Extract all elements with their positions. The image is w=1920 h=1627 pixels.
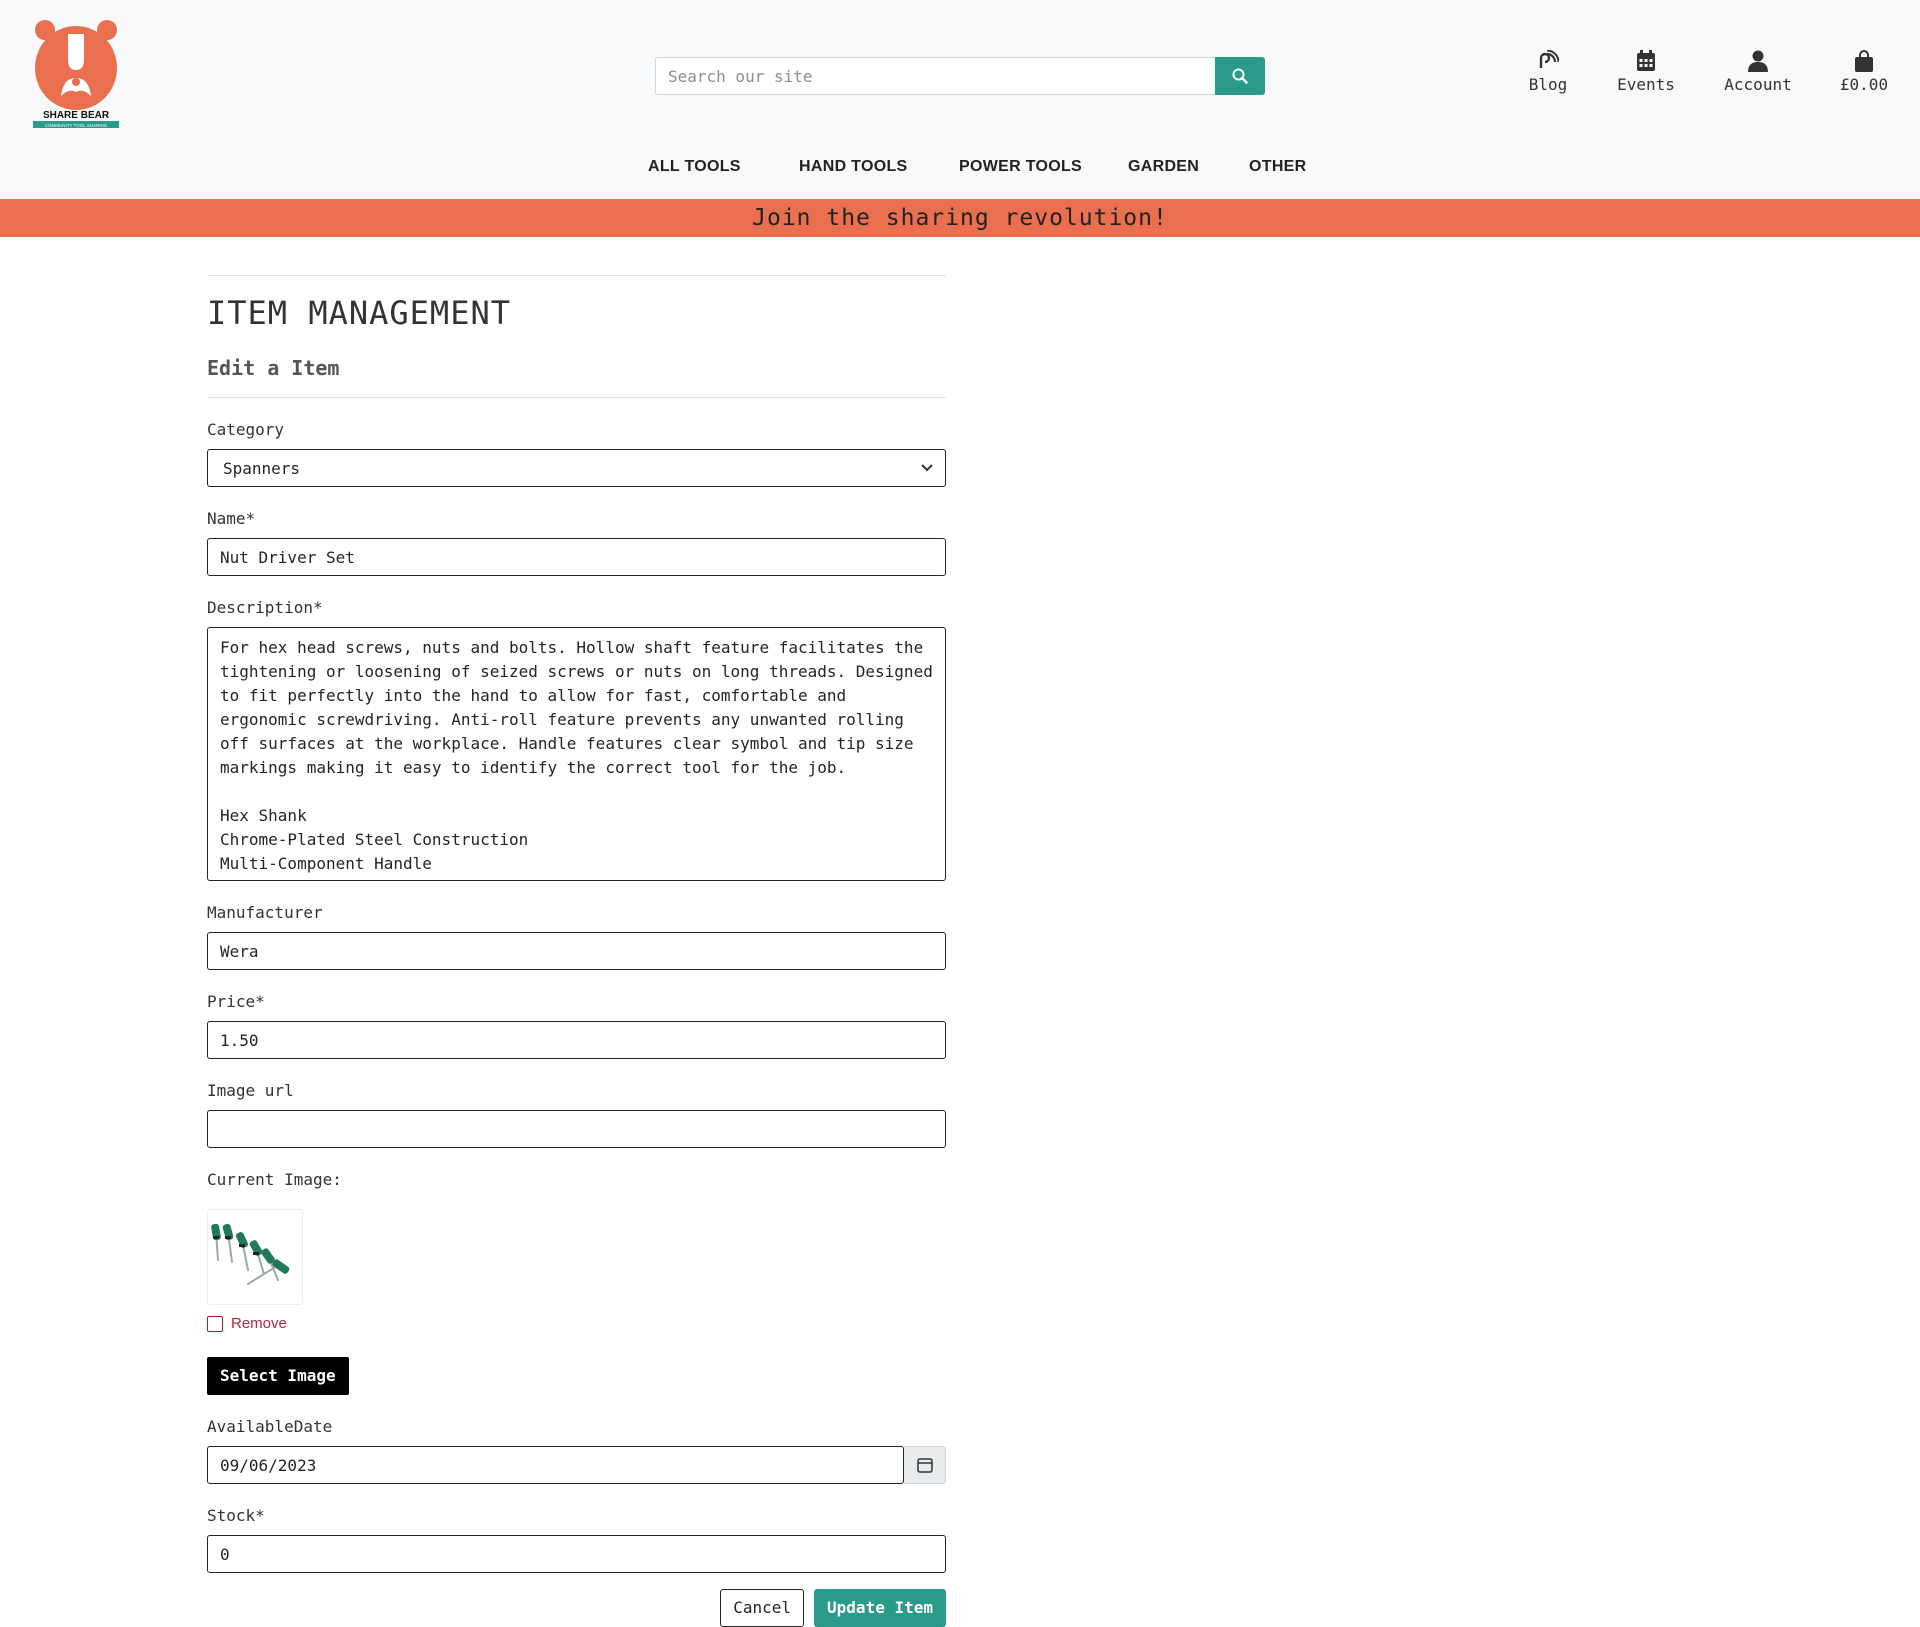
category-value: Spanners <box>223 458 301 478</box>
search-bar <box>655 57 1265 95</box>
blog-icon <box>1539 50 1559 68</box>
remove-image-option: Remove <box>207 1315 946 1332</box>
manufacturer-field[interactable]: Wera <box>207 932 946 970</box>
events-link[interactable]: Events <box>1616 50 1676 94</box>
name-field[interactable]: Nut Driver Set <box>207 538 946 576</box>
nav-garden[interactable]: GARDEN <box>1128 158 1199 176</box>
name-label: Name* <box>207 509 256 528</box>
blog-label: Blog <box>1528 75 1568 94</box>
logo-text: SHARE BEAR <box>43 110 110 121</box>
price-value: 1.50 <box>220 1030 259 1050</box>
date-picker-button[interactable] <box>904 1446 946 1484</box>
nav-other[interactable]: OTHER <box>1249 158 1307 176</box>
share-bear-logo[interactable]: SHARE BEAR COMMUNITY TOOL SHARING <box>33 18 119 128</box>
update-item-button[interactable]: Update Item <box>814 1589 946 1627</box>
chevron-down-icon <box>921 464 933 472</box>
bag-total: £0.00 <box>1839 75 1889 94</box>
form-actions: Cancel Update Item <box>207 1589 946 1627</box>
category-select[interactable]: Spanners <box>207 449 946 487</box>
manufacturer-label: Manufacturer <box>207 903 323 922</box>
page-subtitle: Edit a Item <box>207 356 340 380</box>
manufacturer-value: Wera <box>220 941 259 961</box>
calendar-icon <box>916 1458 933 1473</box>
shopping-bag-icon <box>1855 50 1873 72</box>
account-label: Account <box>1724 75 1792 94</box>
image-url-field[interactable] <box>207 1110 946 1148</box>
promo-banner: Join the sharing revolution! <box>0 199 1920 237</box>
nav-all-tools[interactable]: ALL TOOLS <box>648 158 741 176</box>
stock-field[interactable]: 0 <box>207 1535 946 1573</box>
logo-tagline: COMMUNITY TOOL SHARING <box>45 123 108 128</box>
description-label: Description* <box>207 598 323 617</box>
nav-power-tools[interactable]: POWER TOOLS <box>959 158 1082 176</box>
account-link[interactable]: Account <box>1723 50 1793 94</box>
nav-hand-tools[interactable]: HAND TOOLS <box>799 158 907 176</box>
site-header: SHARE BEAR COMMUNITY TOOL SHARING Blog <box>0 0 1920 199</box>
stock-value: 0 <box>220 1544 230 1564</box>
search-icon <box>1232 68 1248 84</box>
calendar-icon <box>1637 50 1655 71</box>
price-label: Price* <box>207 992 265 1011</box>
select-image-button[interactable]: Select Image <box>207 1357 349 1395</box>
user-icon <box>1748 50 1768 72</box>
blog-link[interactable]: Blog <box>1527 50 1569 94</box>
available-date-group: 09/06/2023 <box>207 1446 946 1484</box>
item-form: ITEM MANAGEMENT Edit a Item Category Spa… <box>207 275 946 1627</box>
bag-link[interactable]: £0.00 <box>1838 50 1890 94</box>
divider <box>207 397 946 398</box>
remove-label[interactable]: Remove <box>231 1315 287 1332</box>
search-input[interactable] <box>655 57 1215 95</box>
available-date-field[interactable]: 09/06/2023 <box>207 1446 904 1484</box>
cancel-button[interactable]: Cancel <box>720 1589 805 1627</box>
available-date-label: AvailableDate <box>207 1417 333 1436</box>
price-field[interactable]: 1.50 <box>207 1021 946 1059</box>
search-button[interactable] <box>1215 57 1265 95</box>
remove-checkbox[interactable] <box>207 1315 223 1332</box>
current-image-label: Current Image: <box>207 1170 342 1189</box>
current-image-thumbnail <box>207 1209 303 1305</box>
description-value: For hex head screws, nuts and bolts. Hol… <box>220 638 933 873</box>
image-url-label: Image url <box>207 1081 294 1100</box>
page-title: ITEM MANAGEMENT <box>207 294 511 332</box>
events-label: Events <box>1617 75 1675 94</box>
divider <box>207 275 946 276</box>
main-nav: ALL TOOLS HAND TOOLS POWER TOOLS GARDEN … <box>0 158 1920 184</box>
category-label: Category <box>207 420 285 439</box>
available-date-value: 09/06/2023 <box>220 1455 317 1475</box>
description-field[interactable]: For hex head screws, nuts and bolts. Hol… <box>207 627 946 881</box>
stock-label: Stock* <box>207 1506 265 1525</box>
name-value: Nut Driver Set <box>220 547 355 567</box>
